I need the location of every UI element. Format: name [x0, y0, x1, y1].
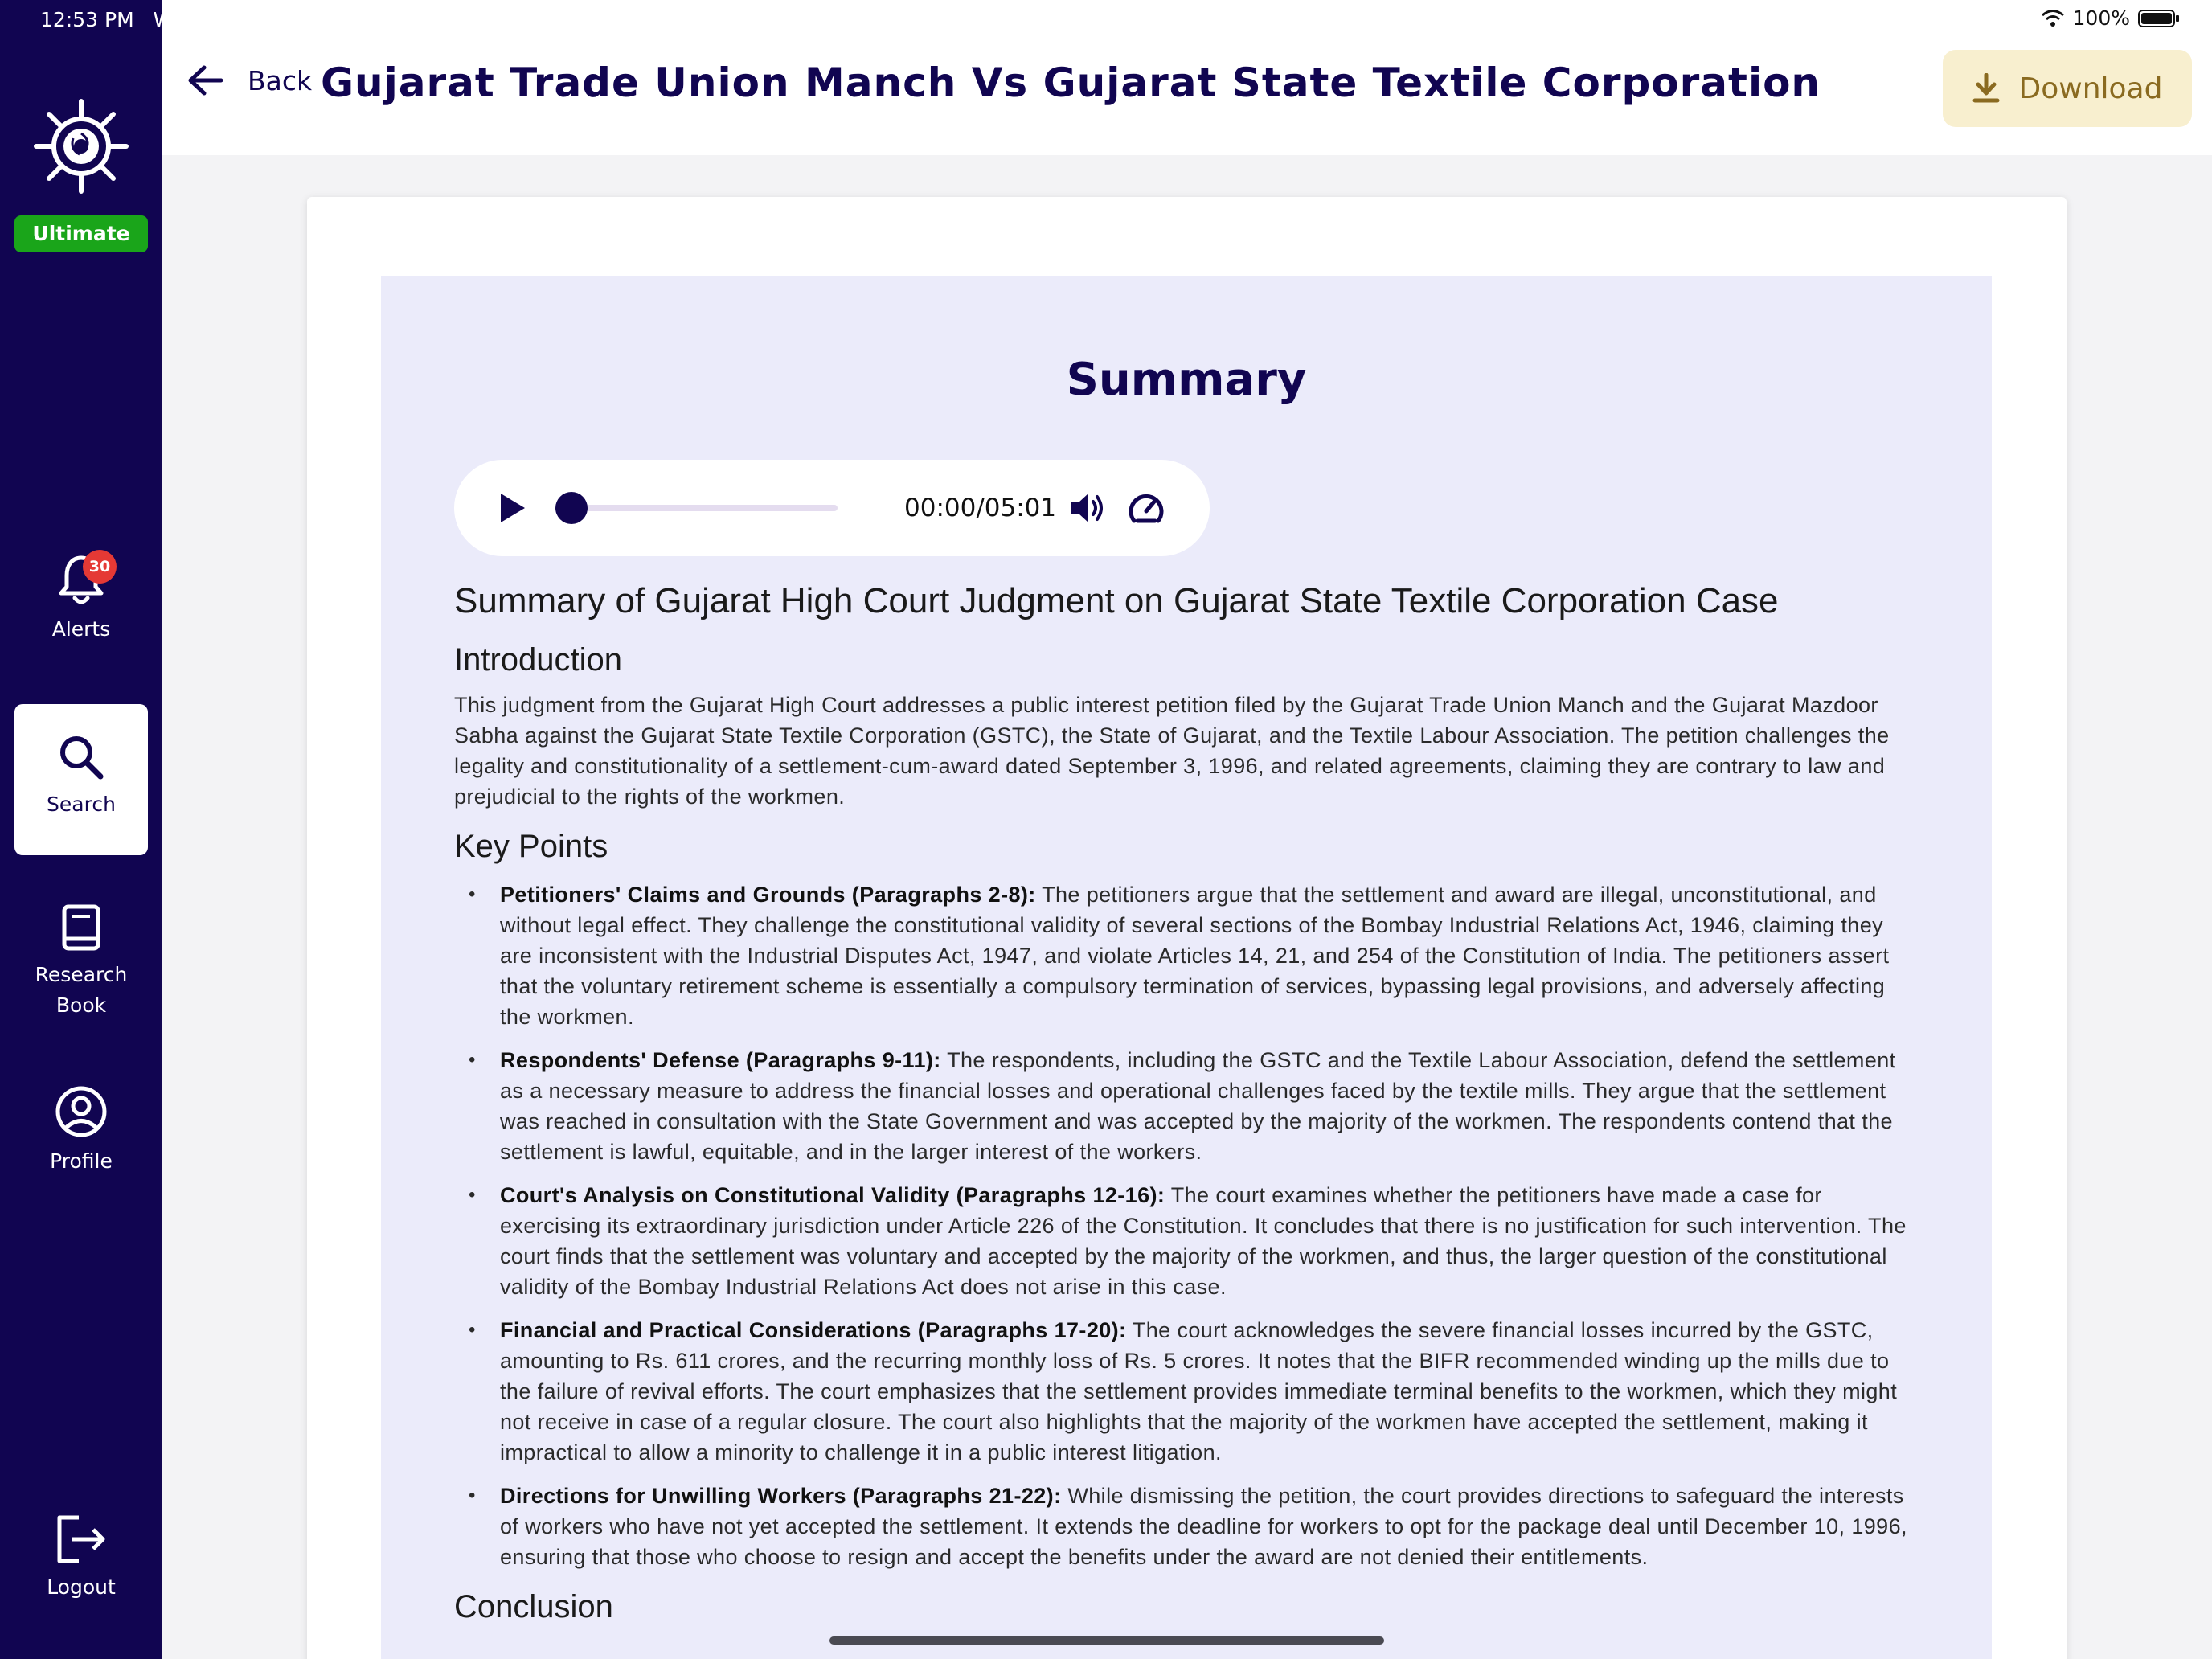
battery-percent: 100% — [2072, 6, 2130, 30]
introduction-heading: Introduction — [454, 642, 623, 678]
page-title: Gujarat Trade Union Manch Vs Gujarat Sta… — [320, 59, 1821, 106]
key-points-heading: Key Points — [454, 829, 608, 864]
list-item: Respondents' Defense (Paragraphs 9-11): … — [454, 1045, 1917, 1167]
alerts-count-badge: 30 — [83, 550, 117, 584]
summary-heading: Summary — [1066, 354, 1307, 406]
status-time: 12:53 PM Wed — [40, 8, 162, 31]
sidebar-item-label: Research Book — [35, 963, 128, 1017]
sidebar-item-label: Alerts — [51, 617, 111, 641]
summary-document: Summary of Gujarat High Court Judgment o… — [454, 572, 1917, 1628]
sidebar-item-alerts[interactable]: Alerts — [14, 553, 148, 645]
battery-icon — [2138, 9, 2179, 27]
play-icon[interactable] — [498, 492, 526, 524]
profile-icon — [55, 1086, 107, 1137]
download-icon — [1972, 73, 2000, 103]
audio-progress-track[interactable] — [571, 505, 838, 511]
audio-progress-handle[interactable] — [555, 492, 588, 524]
sidebar-item-label: Logout — [47, 1575, 116, 1599]
logout-icon — [57, 1515, 105, 1563]
sidebar-item-logout[interactable]: Logout — [14, 1514, 148, 1603]
sidebar-item-label: Search — [47, 793, 116, 816]
list-item: Petitioners' Claims and Grounds (Paragra… — [454, 879, 1917, 1032]
sidebar-item-profile[interactable]: Profile — [14, 1085, 148, 1177]
list-item: Financial and Practical Considerations (… — [454, 1315, 1917, 1468]
document-title: Summary of Gujarat High Court Judgment o… — [454, 581, 1779, 621]
wifi-icon — [2041, 9, 2064, 27]
download-label: Download — [2018, 72, 2163, 105]
book-icon — [62, 904, 100, 951]
volume-icon[interactable] — [1069, 490, 1106, 526]
introduction-text: This judgment from the Gujarat High Cour… — [454, 693, 1890, 809]
plan-badge: Ultimate — [14, 215, 148, 252]
list-item: Court's Analysis on Constitutional Valid… — [454, 1180, 1917, 1302]
sidebar-item-research-book[interactable]: Research Book — [14, 903, 148, 1021]
audio-player: 00:00/05:01 — [454, 460, 1210, 556]
conclusion-heading: Conclusion — [454, 1589, 613, 1624]
list-item: Directions for Unwilling Workers (Paragr… — [454, 1481, 1917, 1572]
sidebar-item-search[interactable]: Search — [14, 704, 148, 855]
playback-speed-icon[interactable] — [1128, 490, 1165, 526]
sidebar: 12:53 PM Wed Ultimate Alerts 30 — [0, 0, 162, 1659]
key-points-list: Petitioners' Claims and Grounds (Paragra… — [454, 879, 1917, 1572]
download-button[interactable]: Download — [1943, 50, 2192, 127]
sidebar-item-label: Profile — [50, 1149, 113, 1173]
arrow-left-icon — [188, 65, 223, 96]
status-bar-right: 100% — [2041, 6, 2180, 30]
ship-wheel-logo-icon — [34, 99, 129, 194]
audio-time: 00:00/05:01 — [904, 494, 1057, 522]
header: 100% Back Gujarat Trade Union Manch Vs G… — [162, 0, 2212, 155]
search-icon — [60, 736, 104, 780]
home-indicator[interactable] — [830, 1636, 1384, 1645]
